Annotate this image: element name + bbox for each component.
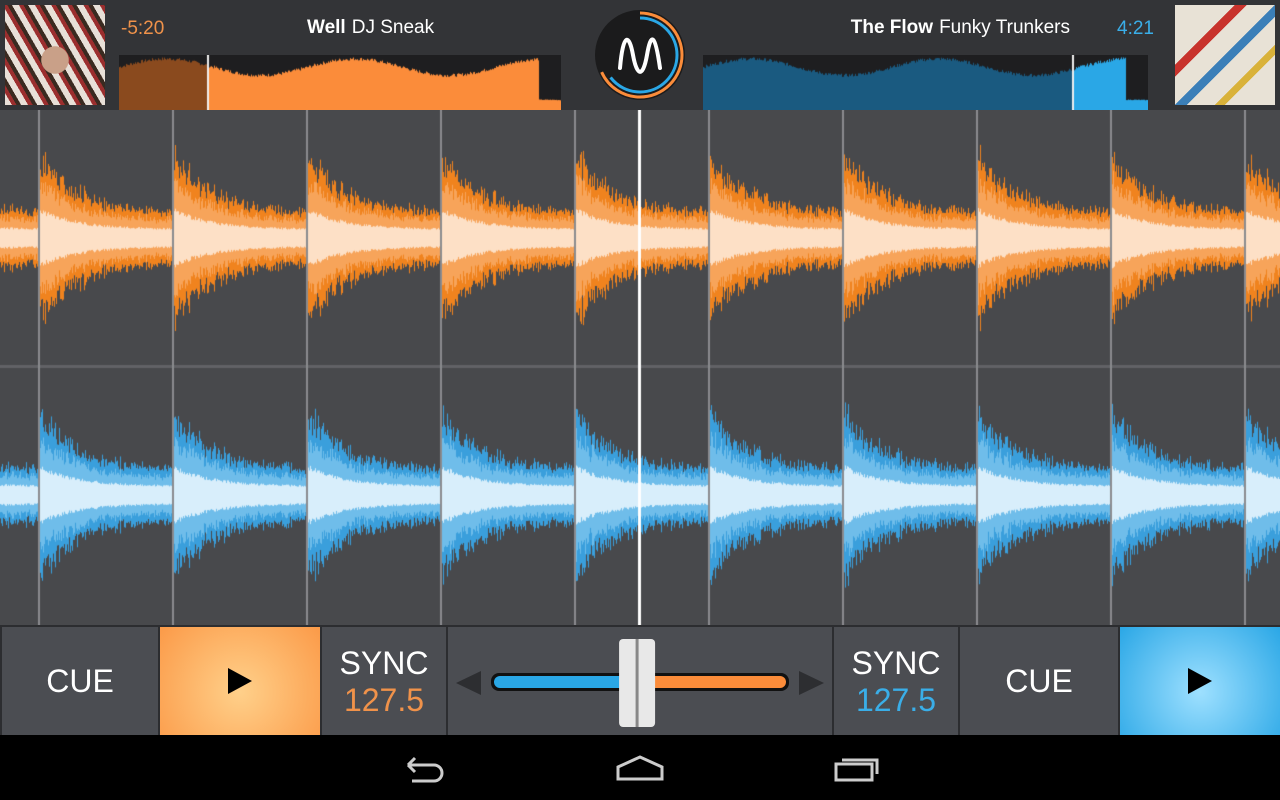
left-sync-label: SYNC: [339, 644, 429, 681]
waveform-display[interactable]: [0, 110, 1280, 625]
right-sync-label: SYNC: [851, 644, 941, 681]
crossfader-left-fill: [494, 676, 634, 688]
left-cue-button[interactable]: CUE: [2, 627, 158, 735]
crossfader[interactable]: [448, 627, 832, 735]
album-art-left[interactable]: [5, 5, 105, 105]
right-cue-label: CUE: [1005, 662, 1073, 699]
left-title: Well: [307, 17, 346, 38]
right-overview-waveform[interactable]: [703, 55, 1148, 110]
play-icon: [228, 668, 252, 694]
right-track-title: The Flow Funky Trunkers: [851, 17, 1070, 39]
recent-apps-icon[interactable]: [832, 753, 882, 783]
crossfader-knob[interactable]: [619, 639, 656, 727]
left-track-title: Well DJ Sneak: [307, 17, 434, 39]
crossfader-right-fill: [644, 676, 786, 688]
right-cue-button[interactable]: CUE: [960, 627, 1118, 735]
left-play-button[interactable]: [160, 627, 320, 735]
right-title: The Flow: [850, 17, 934, 38]
album-art-right[interactable]: [1175, 5, 1275, 105]
right-sync-button[interactable]: SYNC 127.5: [834, 627, 958, 735]
left-overview-waveform[interactable]: [119, 55, 561, 110]
crossfader-right-arrow-icon[interactable]: [799, 671, 824, 695]
left-cue-label: CUE: [46, 662, 114, 699]
back-icon[interactable]: [398, 753, 448, 783]
right-time-elapsed: 4:21: [1117, 18, 1154, 39]
left-time-remaining: -5:20: [121, 18, 165, 39]
android-nav-bar: [0, 735, 1280, 800]
top-bar: -5:20 Well DJ Sneak The Flow Funky Trunker…: [0, 0, 1280, 110]
transport-controls: CUE SYNC 127.5 SYNC 127.5 CUE: [0, 625, 1280, 735]
right-play-button[interactable]: [1120, 627, 1280, 735]
left-sync-button[interactable]: SYNC 127.5: [322, 627, 446, 735]
right-bpm: 127.5: [855, 681, 937, 718]
home-icon[interactable]: [615, 753, 665, 783]
right-artist: Funky Trunkers: [939, 17, 1070, 38]
crossfader-panel: [448, 627, 832, 735]
left-artist: DJ Sneak: [351, 17, 435, 38]
crossfader-left-arrow-icon[interactable]: [456, 671, 481, 695]
scrolling-waveforms[interactable]: [0, 110, 1280, 625]
play-icon: [1188, 668, 1212, 694]
left-bpm: 127.5: [343, 681, 425, 718]
app-logo-icon[interactable]: [593, 8, 687, 102]
